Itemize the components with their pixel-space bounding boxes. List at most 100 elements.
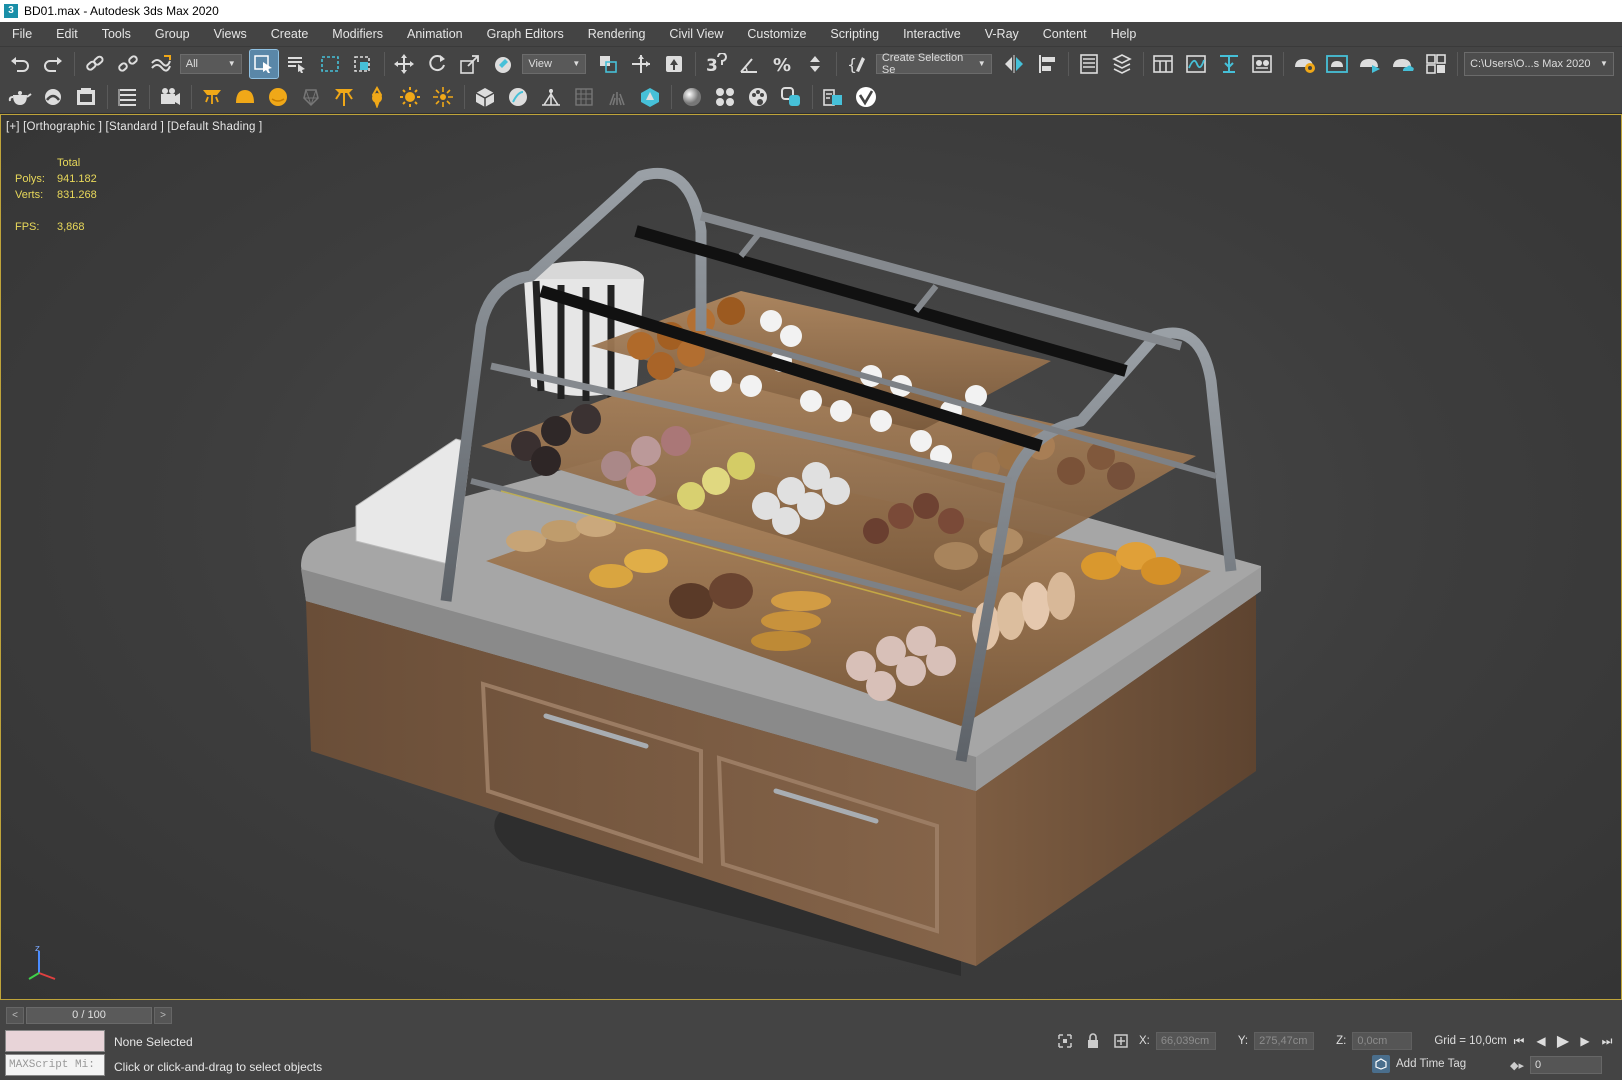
- menu-customize[interactable]: Customize: [747, 27, 806, 41]
- vray-sphere-light-icon[interactable]: [264, 83, 292, 111]
- redo-icon[interactable]: [39, 50, 67, 78]
- curve-editor-icon[interactable]: [1182, 50, 1210, 78]
- vray-ies-light-icon[interactable]: [330, 83, 358, 111]
- bind-space-warp-icon[interactable]: [147, 50, 175, 78]
- place-icon[interactable]: [489, 50, 517, 78]
- project-folder-dropdown[interactable]: C:\Users\O...s Max 2020 ▼: [1464, 51, 1614, 76]
- material-editor-icon[interactable]: [1248, 50, 1276, 78]
- vray-frame-buffer-icon[interactable]: [72, 83, 100, 111]
- maxscript-mini-listener-input[interactable]: MAXScript Mi:: [5, 1054, 105, 1076]
- menu-rendering[interactable]: Rendering: [588, 27, 646, 41]
- key-mode-toggle-icon[interactable]: ◆▸: [1510, 1059, 1524, 1072]
- align-icon[interactable]: [1033, 50, 1061, 78]
- time-slider-prev-button[interactable]: <: [6, 1007, 24, 1024]
- bakery-display-counter-model[interactable]: [1, 115, 1622, 1000]
- teapot-icon[interactable]: [6, 83, 34, 111]
- named-selection-set-dropdown[interactable]: Create Selection Se ▼: [875, 52, 992, 76]
- maxscript-listener-output[interactable]: [5, 1030, 105, 1052]
- reference-coordinate-dropdown[interactable]: View ▼: [522, 53, 587, 74]
- next-frame-icon[interactable]: ▶: [1574, 1031, 1596, 1051]
- isolate-selection-icon[interactable]: [1055, 1032, 1075, 1050]
- menu-civil-view[interactable]: Civil View: [669, 27, 723, 41]
- vray-mesh-light-icon[interactable]: [297, 83, 325, 111]
- menu-interactive[interactable]: Interactive: [903, 27, 961, 41]
- go-to-start-icon[interactable]: ⏮: [1508, 1031, 1530, 1051]
- menu-file[interactable]: File: [12, 27, 32, 41]
- snaps-toggle-icon[interactable]: 3: [702, 50, 730, 78]
- move-icon[interactable]: [391, 50, 419, 78]
- mirror-icon[interactable]: [1000, 50, 1028, 78]
- vray-multi-material-icon[interactable]: [711, 83, 739, 111]
- vray-clipper-icon[interactable]: [603, 83, 631, 111]
- select-by-name-icon[interactable]: [283, 50, 311, 78]
- scale-icon[interactable]: [456, 50, 484, 78]
- y-coord-field[interactable]: 275,47cm: [1254, 1032, 1315, 1050]
- pivot-center-icon[interactable]: [594, 50, 622, 78]
- keyboard-shortcut-override-icon[interactable]: [660, 50, 688, 78]
- vray-proxy-icon[interactable]: [471, 83, 499, 111]
- selection-lock-icon[interactable]: [1083, 1032, 1103, 1050]
- schematic-view-icon[interactable]: [1215, 50, 1243, 78]
- vray-sun-icon[interactable]: [396, 83, 424, 111]
- vray-decal-icon[interactable]: [636, 83, 664, 111]
- vray-material-palette-icon[interactable]: [744, 83, 772, 111]
- rotate-icon[interactable]: [423, 50, 451, 78]
- vray-fur-icon[interactable]: [537, 83, 565, 111]
- toggle-ribbon-icon[interactable]: [1150, 50, 1178, 78]
- absolute-mode-transform-icon[interactable]: [1111, 1032, 1131, 1050]
- undo-icon[interactable]: [6, 50, 34, 78]
- render-production-icon[interactable]: [1356, 50, 1384, 78]
- link-icon[interactable]: [81, 50, 109, 78]
- window-crossing-icon[interactable]: [349, 50, 377, 78]
- vray-light-plane-icon[interactable]: [198, 83, 226, 111]
- scene-explorer-icon[interactable]: [1075, 50, 1103, 78]
- render-setup-icon[interactable]: [1290, 50, 1318, 78]
- menu-edit[interactable]: Edit: [56, 27, 78, 41]
- select-manipulate-icon[interactable]: [627, 50, 655, 78]
- selection-filter-dropdown[interactable]: All ▼: [179, 53, 242, 74]
- x-coord-field[interactable]: 66,039cm: [1155, 1032, 1216, 1050]
- menu-graph-editors[interactable]: Graph Editors: [487, 27, 564, 41]
- vray-lister-icon[interactable]: [114, 83, 142, 111]
- vray-volume-grid-icon[interactable]: [570, 83, 598, 111]
- vray-plane-icon[interactable]: [504, 83, 532, 111]
- menu-group[interactable]: Group: [155, 27, 190, 41]
- vray-ambient-light-icon[interactable]: [363, 83, 391, 111]
- vray-logo-icon[interactable]: [852, 83, 880, 111]
- go-to-end-icon[interactable]: ⏭: [1596, 1031, 1618, 1051]
- percent-snap-icon[interactable]: %: [768, 50, 796, 78]
- rendered-frame-window-icon[interactable]: [1323, 50, 1351, 78]
- play-icon[interactable]: ▶: [1552, 1031, 1574, 1051]
- time-slider-next-button[interactable]: >: [154, 1007, 172, 1024]
- rectangular-selection-icon[interactable]: [316, 50, 344, 78]
- menu-tools[interactable]: Tools: [102, 27, 131, 41]
- render-in-cloud-icon[interactable]: [1389, 50, 1417, 78]
- perspective-viewport[interactable]: [+] [Orthographic ] [Standard ] [Default…: [0, 114, 1622, 1000]
- vray-material-sphere-icon[interactable]: [678, 83, 706, 111]
- menu-create[interactable]: Create: [271, 27, 309, 41]
- menu-content[interactable]: Content: [1043, 27, 1087, 41]
- menu-modifiers[interactable]: Modifiers: [332, 27, 383, 41]
- menu-help[interactable]: Help: [1111, 27, 1137, 41]
- unlink-icon[interactable]: [114, 50, 142, 78]
- vray-sky-icon[interactable]: [429, 83, 457, 111]
- angle-snap-icon[interactable]: [735, 50, 763, 78]
- select-object-icon[interactable]: [248, 48, 279, 79]
- add-time-tag[interactable]: Add Time Tag: [1372, 1055, 1466, 1073]
- current-frame-field[interactable]: 0: [1529, 1056, 1602, 1074]
- spinner-snap-icon[interactable]: [801, 50, 829, 78]
- vray-physical-camera-icon[interactable]: [156, 83, 184, 111]
- menu-vray[interactable]: V-Ray: [985, 27, 1019, 41]
- vray-dome-light-icon[interactable]: [231, 83, 259, 111]
- open-autodesk-a360-gallery-icon[interactable]: [1422, 50, 1450, 78]
- vray-sphere-fade-icon[interactable]: [39, 83, 67, 111]
- menu-scripting[interactable]: Scripting: [830, 27, 879, 41]
- menu-views[interactable]: Views: [214, 27, 247, 41]
- previous-frame-icon[interactable]: ◀: [1530, 1031, 1552, 1051]
- vray-bitmap-loader-icon[interactable]: [819, 83, 847, 111]
- layer-explorer-icon[interactable]: [1108, 50, 1136, 78]
- vray-scene-converter-icon[interactable]: [777, 83, 805, 111]
- edit-named-selection-icon[interactable]: {: [843, 50, 871, 78]
- z-coord-field[interactable]: 0,0cm: [1352, 1032, 1413, 1050]
- menu-animation[interactable]: Animation: [407, 27, 463, 41]
